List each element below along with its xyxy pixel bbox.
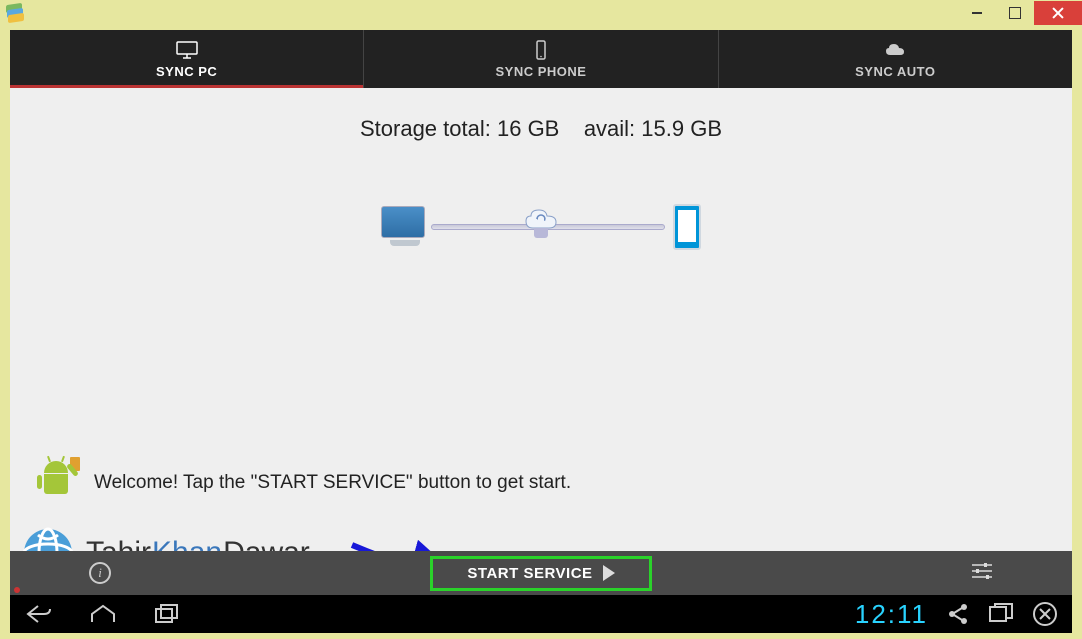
welcome-text: Welcome! Tap the "START SERVICE" button … bbox=[94, 472, 571, 494]
start-service-label: START SERVICE bbox=[467, 565, 592, 582]
cloud-stem bbox=[534, 228, 548, 238]
storage-avail-value: 15.9 GB bbox=[641, 116, 722, 141]
settings-sliders-button[interactable] bbox=[970, 561, 994, 586]
window-titlebar bbox=[0, 0, 1082, 26]
pc-icon bbox=[381, 206, 429, 246]
tab-label: SYNC PC bbox=[156, 64, 217, 79]
phone-icon bbox=[529, 40, 553, 60]
share-button[interactable] bbox=[946, 602, 970, 626]
phone-device-icon bbox=[673, 204, 701, 250]
system-clock: 12:11 bbox=[855, 599, 928, 630]
start-service-button[interactable]: START SERVICE bbox=[430, 556, 651, 591]
android-icon bbox=[40, 461, 80, 505]
monitor-icon bbox=[175, 40, 199, 60]
info-glyph: i bbox=[98, 565, 102, 581]
storage-total-value: 16 GB bbox=[497, 116, 559, 141]
tab-label: SYNC PHONE bbox=[496, 64, 587, 79]
close-app-button[interactable] bbox=[1032, 601, 1058, 627]
system-nav-bar: 12:11 bbox=[10, 595, 1072, 633]
app-icon bbox=[6, 4, 24, 22]
window-minimize-button[interactable] bbox=[958, 1, 996, 25]
storage-total-label: Storage total: bbox=[360, 116, 491, 141]
welcome-row: Welcome! Tap the "START SERVICE" button … bbox=[40, 461, 571, 505]
storage-status: Storage total: 16 GB avail: 15.9 GB bbox=[10, 88, 1072, 142]
tab-sync-pc[interactable]: SYNC PC bbox=[10, 30, 364, 88]
play-icon bbox=[603, 565, 615, 581]
window-close-button[interactable] bbox=[1034, 1, 1082, 25]
cloud-icon bbox=[883, 40, 907, 60]
bottom-toolbar: i START SERVICE bbox=[10, 551, 1072, 595]
recent-apps-button[interactable] bbox=[152, 602, 182, 626]
sync-graphic bbox=[371, 198, 711, 278]
record-indicator bbox=[14, 587, 20, 593]
back-button[interactable] bbox=[24, 602, 54, 626]
window-maximize-button[interactable] bbox=[996, 1, 1034, 25]
tab-label: SYNC AUTO bbox=[855, 64, 935, 79]
tab-sync-auto[interactable]: SYNC AUTO bbox=[719, 30, 1072, 88]
home-button[interactable] bbox=[88, 602, 118, 626]
info-button[interactable]: i bbox=[89, 562, 111, 584]
top-tabs: SYNC PC SYNC PHONE SYNC AUTO bbox=[10, 30, 1072, 88]
storage-avail-label: avail: bbox=[584, 116, 635, 141]
tab-sync-phone[interactable]: SYNC PHONE bbox=[364, 30, 718, 88]
fullscreen-button[interactable] bbox=[988, 602, 1014, 626]
